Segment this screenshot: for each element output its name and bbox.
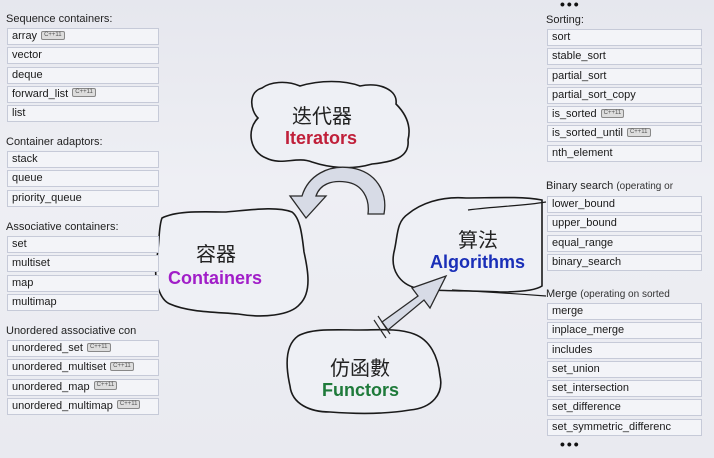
unordered-containers-title: Unordered associative con <box>6 325 137 337</box>
merge-list: merge inplace_merge includes set_union s… <box>547 303 702 438</box>
more-above-ellipsis: ••• <box>560 0 581 12</box>
list-item[interactable]: is_sorted C++11 <box>547 106 702 124</box>
associative-containers-title: Associative containers: <box>6 221 119 233</box>
cpp11-badge: C++11 <box>72 88 96 98</box>
list-item[interactable]: unordered_multimap C++11 <box>7 397 159 415</box>
list-item[interactable]: queue <box>7 170 159 188</box>
list-item[interactable]: set_symmetric_differenc <box>547 418 702 436</box>
list-item[interactable]: deque <box>7 66 159 84</box>
cpp11-badge: C++11 <box>110 361 134 371</box>
cpp11-badge: C++11 <box>116 400 141 410</box>
list-item[interactable]: is_sorted_until C++11 <box>547 125 702 143</box>
list-item[interactable]: nth_element <box>547 144 702 162</box>
list-item[interactable]: stable_sort <box>547 48 702 66</box>
list-item[interactable]: vector <box>7 47 159 65</box>
list-item[interactable]: unordered_set C++11 <box>7 340 159 357</box>
functors-cn-label: 仿函數 <box>330 356 390 380</box>
sequence-containers-title: Sequence containers: <box>6 13 113 25</box>
list-item[interactable]: unordered_multiset C++11 <box>7 359 159 377</box>
list-item[interactable]: merge <box>547 303 702 320</box>
list-item[interactable]: array C++11 <box>7 28 159 45</box>
list-item[interactable]: set_intersection <box>547 380 702 398</box>
list-item[interactable]: unordered_map C++11 <box>7 378 159 396</box>
functors-en-label: Functors <box>322 380 400 400</box>
list-item[interactable]: upper_bound <box>547 215 702 233</box>
sequence-list: array C++11 vector deque forward_list C++1… <box>7 28 159 124</box>
containers-en-label: Containers <box>168 268 263 288</box>
cpp11-badge: C++11 <box>626 128 651 138</box>
list-item[interactable]: set_union <box>547 360 702 378</box>
list-item[interactable]: partial_sort_copy <box>547 86 702 104</box>
merge-title: Merge (operating on sorted <box>546 288 670 300</box>
list-item[interactable]: list <box>7 105 159 123</box>
list-item[interactable]: map <box>7 274 159 292</box>
list-item[interactable]: binary_search <box>547 253 702 271</box>
list-item[interactable]: lower_bound <box>547 196 702 213</box>
associative-list: set multiset map multimap <box>7 236 159 313</box>
sorting-title: Sorting: <box>546 14 584 26</box>
cpp11-badge: C++11 <box>41 30 65 40</box>
iterators-cn-label: 迭代器 <box>292 104 352 128</box>
iterators-en-label: Iterators <box>285 128 358 148</box>
list-item[interactable]: sort <box>547 29 702 46</box>
list-item[interactable]: partial_sort <box>547 67 702 85</box>
adaptors-list: stack queue priority_queue <box>7 151 159 209</box>
cpp11-badge: C++11 <box>93 381 118 391</box>
binary-search-title: Binary search (operating or <box>546 180 674 192</box>
list-item[interactable]: priority_queue <box>7 189 159 207</box>
list-item[interactable]: set <box>7 236 159 253</box>
list-item[interactable]: inplace_merge <box>547 322 702 340</box>
algorithms-cn-label: 算法 <box>458 228 498 252</box>
list-item[interactable]: multiset <box>7 255 159 273</box>
list-item[interactable]: set_difference <box>547 399 702 417</box>
sorting-list: sort stable_sort partial_sort partial_so… <box>547 29 702 164</box>
cpp11-badge: C++11 <box>86 342 111 352</box>
list-item[interactable]: includes <box>547 341 702 359</box>
iterators-to-containers-arrow <box>288 166 386 220</box>
list-item[interactable]: equal_range <box>547 234 702 252</box>
cpp11-badge: C++11 <box>600 108 625 118</box>
container-adaptors-title: Container adaptors: <box>6 136 103 148</box>
list-item[interactable]: multimap <box>7 293 159 311</box>
containers-cn-label: 容器 <box>196 242 236 266</box>
more-below-ellipsis: ••• <box>560 436 581 452</box>
list-item[interactable]: forward_list C++11 <box>7 85 159 103</box>
list-item[interactable]: stack <box>7 151 159 168</box>
unordered-list: unordered_set C++11 unordered_multiset C++… <box>7 340 159 417</box>
binary-search-list: lower_bound upper_bound equal_range bina… <box>547 196 702 273</box>
algorithms-en-label: Algorithms <box>430 252 526 272</box>
